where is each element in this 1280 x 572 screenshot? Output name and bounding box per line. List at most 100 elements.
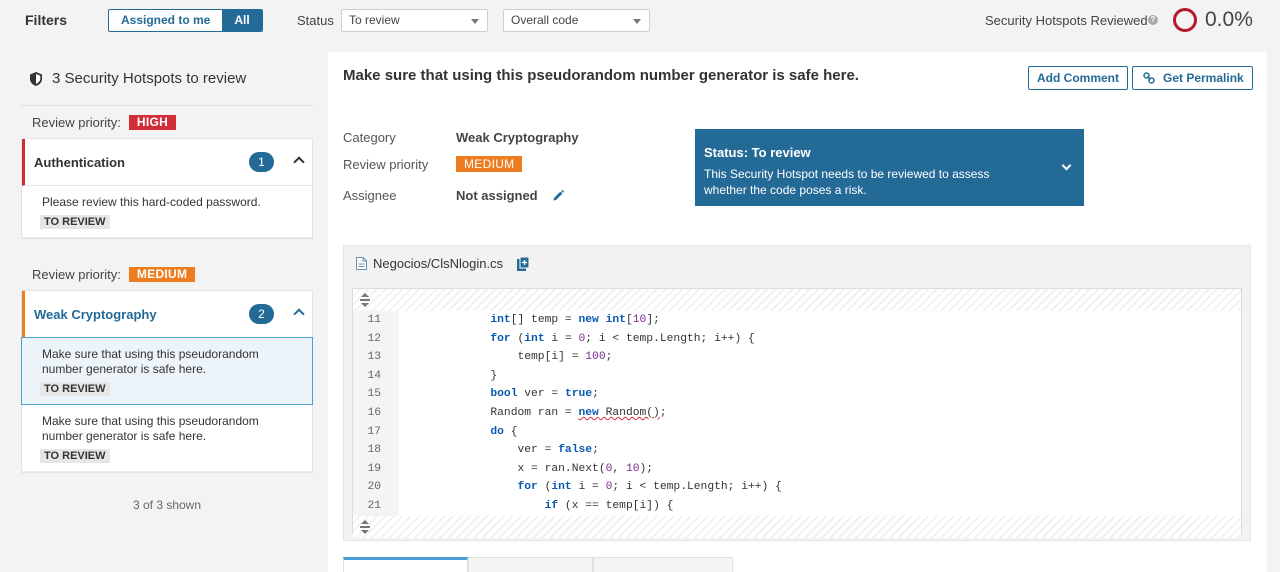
assignee-name: Not assigned	[456, 188, 538, 203]
code-text: bool ver = true;	[490, 388, 599, 401]
filter-bar: Filters Assigned to me All Status To rev…	[0, 0, 1280, 40]
high-priority-badge: HIGH	[128, 115, 177, 130]
code-text: for (int i = 0; i < temp.Length; i++) {	[517, 481, 782, 494]
hotspot-list-item-selected[interactable]: Make sure that using this pseudorandom n…	[21, 337, 313, 405]
code-text: x = ran.Next(0, 10);	[409, 462, 654, 475]
count-badge: 1	[249, 152, 274, 172]
pencil-icon[interactable]	[552, 189, 565, 202]
code-line: 18 ver = false;	[353, 441, 1241, 460]
assignee-label: Assignee	[343, 188, 397, 203]
file-path: Negocios/ClsNlogin.cs	[373, 256, 504, 271]
priority-row-high: Review priority: HIGH	[32, 115, 177, 130]
status-select[interactable]: To review	[341, 9, 488, 32]
code-line: 13 temp[i] = 100;	[353, 348, 1241, 367]
reviewed-label: Security Hotspots Reviewed	[985, 13, 1148, 28]
review-priority-value: MEDIUM	[456, 156, 523, 172]
divider	[21, 105, 313, 106]
category-name: Authentication	[34, 155, 125, 170]
filters-label: Filters	[25, 12, 68, 28]
code-scope-select[interactable]: Overall code	[503, 9, 650, 32]
detail-tabs	[343, 557, 733, 572]
code-line: 20 for (int i = 0; i < temp.Length; i++)…	[353, 478, 1241, 497]
code-viewer: Negocios/ClsNlogin.cs 11 int[] temp = ne…	[343, 245, 1251, 541]
hotspot-location[interactable]: new Random()	[578, 407, 659, 419]
ring-icon	[1173, 8, 1197, 32]
tab-1[interactable]	[343, 557, 468, 572]
expand-below-button[interactable]	[353, 515, 1241, 538]
review-priority-label: Review priority	[343, 157, 429, 172]
code-text: if (x == temp[i]) {	[544, 499, 674, 512]
line-number: 15	[353, 385, 399, 404]
line-number: 18	[353, 441, 399, 460]
category-value: Weak Cryptography	[456, 130, 579, 145]
code-lines: 11 int[] temp = new int[10]; 12 for (int…	[353, 311, 1241, 516]
shield-icon	[30, 71, 42, 86]
status-select-value: To review	[349, 13, 400, 27]
category-header-authentication[interactable]: Authentication 1	[22, 139, 312, 186]
expand-above-button[interactable]	[353, 289, 1241, 311]
add-comment-button[interactable]: Add Comment	[1028, 66, 1128, 90]
code-line: 12 for (int i = 0; i < temp.Length; i++)…	[353, 329, 1241, 349]
assigned-to-me-option[interactable]: Assigned to me	[109, 10, 223, 31]
code-text: int[] temp = new int[10];	[490, 314, 660, 326]
code-line: 11 int[] temp = new int[10];	[353, 311, 1241, 330]
medium-priority-badge: MEDIUM	[128, 267, 196, 282]
tab-2[interactable]	[468, 557, 593, 572]
code-text: ver = false;	[409, 444, 599, 457]
priority-label: Review priority:	[32, 115, 121, 130]
code-text: for (int i = 0; i < temp.Length; i++) {	[490, 332, 755, 345]
code-line: 21 if (x == temp[i]) {	[353, 496, 1241, 516]
code-line: 15 bool ver = true;	[353, 385, 1241, 404]
get-permalink-label: Get Permalink	[1163, 71, 1244, 85]
code-text: temp[i] = 100;	[409, 351, 613, 364]
help-icon[interactable]: ?	[1148, 15, 1158, 25]
code-scope-value: Overall code	[511, 13, 579, 27]
hotspot-list-item[interactable]: Please review this hard-coded password. …	[22, 186, 312, 238]
code-text: }	[409, 369, 498, 382]
tab-3[interactable]	[593, 557, 733, 572]
code-text: Random ran = new Random();	[409, 406, 667, 419]
hotspot-list-item[interactable]: Make sure that using this pseudorandom n…	[22, 405, 312, 472]
category-group-weak-cryptography: Weak Cryptography 2 Make sure that using…	[21, 290, 313, 473]
line-number: 16	[353, 403, 399, 423]
hotspot-message: Make sure that using this pseudorandom n…	[42, 414, 259, 443]
code-line-highlighted: 16 Random ran = new Random();	[353, 403, 1241, 423]
sidebar-title-text: 3 Security Hotspots to review	[52, 70, 247, 87]
hotspot-message: Make sure that using this pseudorandom n…	[42, 347, 259, 376]
all-option[interactable]: All	[222, 10, 262, 31]
status-description: This Security Hotspot needs to be review…	[704, 167, 990, 197]
line-number: 13	[353, 348, 399, 367]
code-text: do {	[490, 425, 518, 438]
line-number: 21	[353, 496, 399, 516]
get-permalink-button[interactable]: Get Permalink	[1132, 66, 1253, 90]
copy-icon[interactable]	[517, 256, 530, 271]
count-badge: 2	[249, 304, 274, 324]
category-name: Weak Cryptography	[34, 307, 157, 322]
sidebar-title: 3 Security Hotspots to review	[30, 70, 246, 87]
code-line: 17 do {	[353, 422, 1241, 442]
status-tag: TO REVIEW	[40, 382, 110, 396]
link-icon	[1143, 72, 1155, 84]
line-number: 17	[353, 422, 399, 442]
line-number: 20	[353, 478, 399, 497]
line-number: 11	[353, 311, 399, 330]
file-header: Negocios/ClsNlogin.cs	[356, 256, 530, 271]
file-icon	[356, 257, 367, 270]
chevron-up-icon[interactable]	[293, 308, 305, 320]
status-panel[interactable]: Status: To review This Security Hotspot …	[695, 129, 1084, 206]
line-number: 14	[353, 366, 399, 386]
expand-icon	[360, 519, 370, 534]
category-header-weak-cryptography[interactable]: Weak Cryptography 2	[22, 291, 312, 338]
assignee-value: Not assigned	[456, 188, 565, 203]
status-tag: TO REVIEW	[40, 449, 110, 463]
assignee-toggle: Assigned to me All	[108, 9, 263, 32]
hotspot-title: Make sure that using this pseudorandom n…	[343, 67, 859, 84]
line-number: 12	[353, 329, 399, 349]
category-group-authentication: Authentication 1 Please review this hard…	[21, 138, 313, 239]
reviewed-percentage: 0.0%	[1205, 8, 1253, 31]
line-number: 19	[353, 459, 399, 479]
code-box: 11 int[] temp = new int[10]; 12 for (int…	[352, 288, 1242, 538]
category-label: Category	[343, 130, 396, 145]
chevron-up-icon[interactable]	[293, 156, 305, 168]
medium-priority-badge: MEDIUM	[456, 156, 523, 172]
